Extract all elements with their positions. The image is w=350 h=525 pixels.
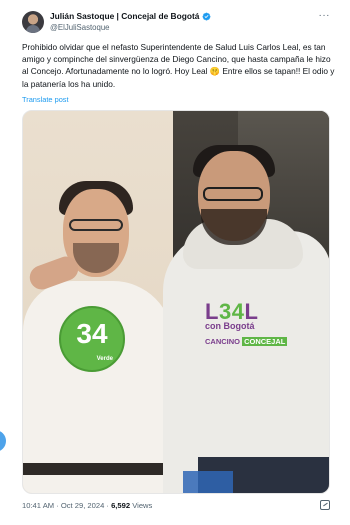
logo-bottom-title: CONCEJAL xyxy=(242,337,288,346)
tweet-photo[interactable]: 34 Verde L34L con Bogotá CANCINO CONCEJA… xyxy=(22,110,330,494)
left-person-belt xyxy=(23,463,173,475)
author-name-row: Julián Sastoque | Concejal de Bogotá xyxy=(50,11,211,21)
hoodie-logo: L34L con Bogotá CANCINO CONCEJAL xyxy=(205,301,305,349)
translate-post-link[interactable]: Translate post xyxy=(22,95,69,104)
left-person-glasses xyxy=(69,219,123,231)
timestamp-text[interactable]: 10:41 AM · Oct 29, 2024 · xyxy=(22,501,111,510)
badge-party: Verde xyxy=(96,356,113,362)
author-display-name[interactable]: Julián Sastoque | Concejal de Bogotá xyxy=(50,11,199,21)
views-label: Views xyxy=(130,501,153,510)
right-person-hoodie xyxy=(163,231,329,493)
views-count: 6,592 xyxy=(111,501,131,510)
tweet-header: Julián Sastoque | Concejal de Bogotá @El… xyxy=(22,10,336,36)
author-handle[interactable]: @ElJuliSastoque xyxy=(50,23,110,32)
badge-number: 34 xyxy=(76,318,108,349)
blue-railing xyxy=(183,471,233,493)
verified-badge-icon xyxy=(202,12,211,21)
tweet-text: Prohibido olvidar que el nefasto Superin… xyxy=(22,42,335,89)
campaign-badge: 34 Verde xyxy=(59,306,125,372)
side-scroll-tab[interactable] xyxy=(0,430,6,452)
tweet-timestamp[interactable]: 10:41 AM · Oct 29, 2024 · 6,592 Views xyxy=(22,501,152,510)
logo-bottom-name: CANCINO xyxy=(205,337,243,346)
hoodie-logo-main: L34L xyxy=(205,301,305,323)
right-person-glasses xyxy=(203,187,263,201)
more-icon[interactable]: ··· xyxy=(319,11,331,21)
hoodie-logo-bottom: CANCINO CONCEJAL xyxy=(205,337,288,346)
avatar[interactable] xyxy=(22,11,44,33)
grok-icon[interactable] xyxy=(320,500,330,510)
